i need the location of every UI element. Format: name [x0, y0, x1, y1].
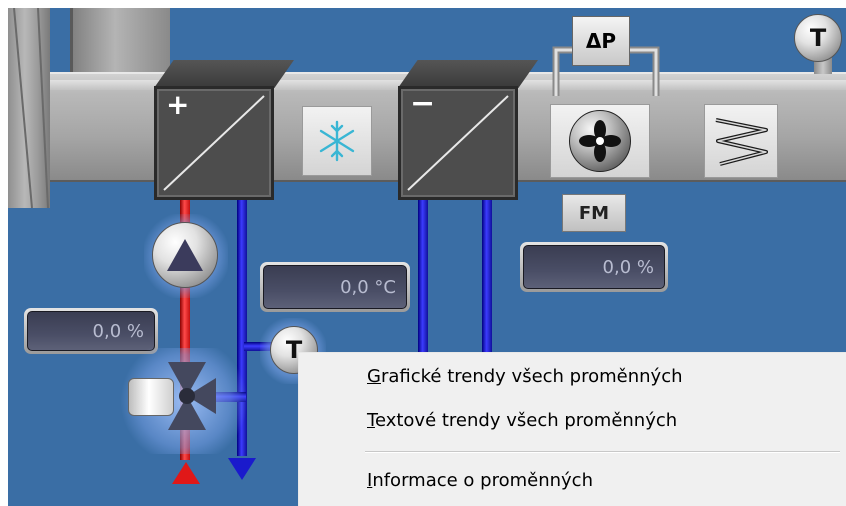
differential-pressure-label: ΔP: [585, 29, 617, 53]
fan-tile[interactable]: [550, 104, 650, 178]
water-temperature-display[interactable]: 0,0 °C: [260, 262, 410, 312]
three-way-valve-icon[interactable]: [158, 360, 216, 432]
heater-top: [154, 60, 294, 88]
fan-speed-display[interactable]: 0,0 %: [520, 242, 668, 292]
snowflake-icon: [319, 120, 355, 162]
frost-protection-tile[interactable]: [302, 106, 372, 176]
heater-sign: +: [166, 88, 190, 121]
menu-item-text-trends[interactable]: Textové trendy všech proměnných: [367, 403, 677, 439]
inlet-damper: [13, 8, 49, 208]
supply-temperature-label: T: [809, 24, 827, 52]
water-temperature-value: 0,0 °C: [263, 265, 407, 309]
vertical-duct: [70, 8, 170, 78]
fan-fault-indicator[interactable]: FM: [562, 194, 626, 232]
filter-icon: [715, 118, 768, 166]
valve-position-value: 0,0 %: [27, 311, 155, 351]
fan-speed-value: 0,0 %: [523, 245, 665, 289]
return-flow-arrow-icon: [228, 458, 256, 480]
pump-icon[interactable]: [152, 222, 218, 288]
menu-item-variable-info[interactable]: Informace o proměnných: [367, 463, 593, 499]
cooler-top: [398, 60, 538, 88]
filter-tile[interactable]: [704, 104, 778, 178]
supply-temperature-sensor[interactable]: T: [794, 14, 842, 62]
context-menu: Grafické trendy všech proměnných Textové…: [298, 352, 846, 506]
cooler-sign: −: [410, 86, 436, 121]
fan-icon: [569, 110, 631, 172]
menu-separator: [365, 451, 840, 453]
fan-fault-label: FM: [578, 202, 610, 224]
differential-pressure-sensor[interactable]: ΔP: [572, 16, 630, 66]
menu-item-graphic-trends[interactable]: Grafické trendy všech proměnných: [367, 359, 683, 395]
supply-flow-arrow-icon: [172, 462, 200, 484]
pump-arrow-icon: [167, 239, 203, 271]
